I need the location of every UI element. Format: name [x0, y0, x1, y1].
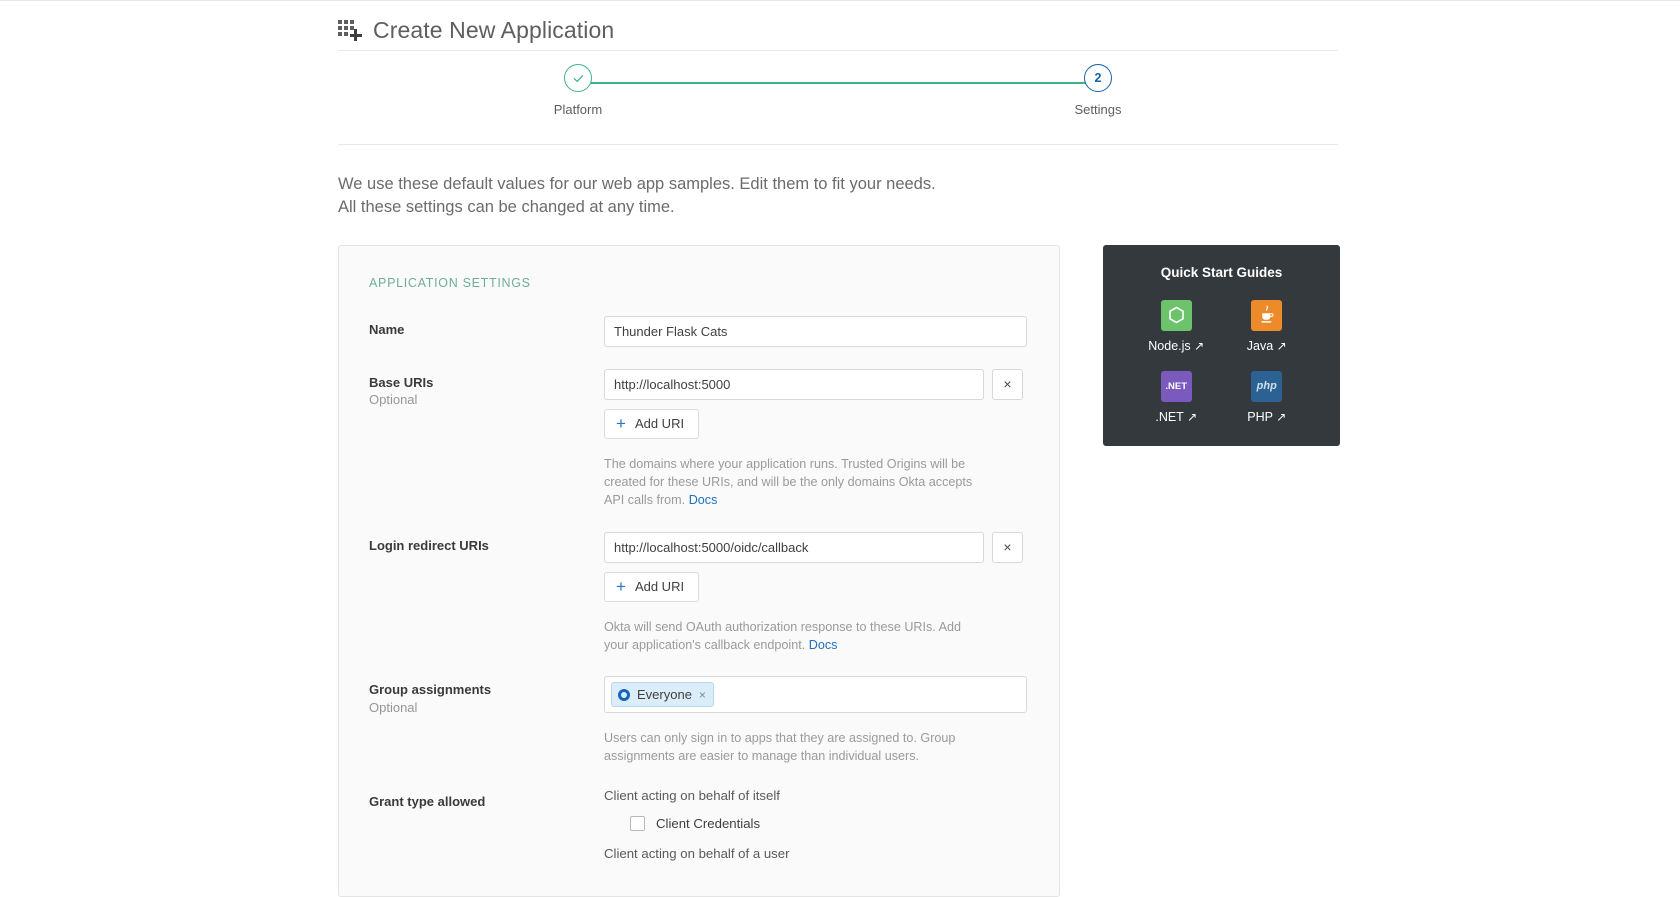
application-settings-card: APPLICATION SETTINGS Name Base URIs Opti… — [338, 244, 1060, 897]
field-login-redirect-uris: Login redirect URIs × + Add URI Okta wil… — [369, 531, 1027, 677]
stepper-progress-line — [578, 82, 1098, 84]
quick-start-label-java: Java ↗ — [1246, 338, 1287, 353]
field-name-label-wrap: Name — [369, 316, 604, 339]
plus-icon: + — [616, 414, 626, 434]
remove-base-uri-button[interactable]: × — [992, 368, 1023, 400]
field-login-redirect-control: × + Add URI Okta will send OAuth authori… — [604, 531, 1027, 655]
page-content: Create New Application Platform 2 Settin… — [0, 1, 1680, 897]
quick-start-label-nodejs: Node.js ↗ — [1148, 338, 1205, 353]
field-login-redirect-label: Login redirect URIs — [369, 537, 489, 553]
quick-start-title: Quick Start Guides — [1160, 264, 1283, 280]
group-assignments-input[interactable]: Everyone × — [604, 676, 1027, 714]
group-chip-remove-icon[interactable]: × — [699, 688, 706, 702]
add-base-uri-label: Add URI — [634, 416, 685, 432]
dotnet-icon: .NET — [1160, 370, 1192, 402]
grant-group-2-title: Client acting on behalf of a user — [604, 845, 790, 861]
add-login-redirect-uri-button[interactable]: + Add URI — [604, 571, 700, 602]
intro-line-2: All these settings can be changed at any… — [338, 198, 675, 217]
step-platform-label: Platform — [553, 102, 603, 117]
section-title: APPLICATION SETTINGS — [369, 275, 531, 290]
client-credentials-label: Client Credentials — [656, 815, 761, 831]
field-base-uris-control: × + Add URI The domains where your appli… — [604, 368, 1027, 510]
client-credentials-checkbox[interactable] — [630, 815, 645, 831]
quick-start-item-php[interactable]: php PHP ↗ — [1222, 370, 1313, 424]
step-platform-circle — [564, 64, 592, 92]
step-settings-circle: 2 — [1084, 64, 1112, 92]
group-chip-label: Everyone — [637, 687, 692, 703]
remove-login-redirect-uri-button[interactable]: × — [992, 531, 1023, 563]
page-title: Create New Application — [373, 17, 615, 43]
field-grant-type-control: Client acting on behalf of itself Client… — [604, 788, 1027, 874]
login-redirect-docs-link[interactable]: Docs — [809, 638, 838, 652]
field-name-control — [604, 315, 1027, 347]
coffee-cup-icon — [1261, 305, 1274, 323]
login-redirect-help: Okta will send OAuth authorization respo… — [604, 618, 984, 655]
login-redirect-help-text: Okta will send OAuth authorization respo… — [604, 619, 962, 652]
external-link-icon: ↗ — [1276, 409, 1287, 424]
group-ring-icon — [618, 688, 630, 701]
field-group-assignments: Group assignments Optional Everyone × Us… — [369, 676, 1027, 788]
external-link-icon: ↗ — [1276, 338, 1287, 353]
base-uris-help: The domains where your application runs.… — [604, 455, 984, 510]
group-chip-everyone[interactable]: Everyone × — [611, 682, 714, 708]
quick-start-label-php: PHP ↗ — [1247, 409, 1287, 424]
group-assignments-help: Users can only sign in to apps that they… — [604, 731, 956, 764]
login-redirect-uri-row: × — [604, 531, 1027, 563]
stepper-step-platform[interactable]: Platform — [518, 64, 638, 117]
add-base-uri-button[interactable]: + Add URI — [604, 408, 700, 439]
nodejs-icon — [1160, 299, 1192, 331]
field-name: Name — [369, 315, 1027, 369]
field-grant-type: Grant type allowed Client acting on beha… — [369, 788, 1027, 896]
grid-plus-icon — [338, 18, 364, 44]
quick-start-label-dotnet: .NET ↗ — [1155, 409, 1198, 424]
field-login-redirect-label-wrap: Login redirect URIs — [369, 532, 604, 555]
intro-text: We use these default values for our web … — [338, 145, 1058, 220]
quick-start-item-java[interactable]: Java ↗ — [1222, 299, 1313, 353]
login-redirect-uri-input[interactable] — [604, 531, 984, 563]
wizard-stepper: Platform 2 Settings — [338, 51, 1338, 144]
quick-start-item-dotnet[interactable]: .NET .NET ↗ — [1131, 370, 1222, 424]
quick-start-item-nodejs[interactable]: Node.js ↗ — [1131, 299, 1222, 353]
page-header: Create New Application — [338, 1, 1680, 50]
field-name-label: Name — [369, 321, 405, 337]
field-base-uris-label-wrap: Base URIs Optional — [369, 369, 604, 408]
php-icon: php — [1251, 370, 1283, 402]
content-columns: APPLICATION SETTINGS Name Base URIs Opti… — [338, 220, 1680, 897]
base-uris-help-text: The domains where your application runs.… — [604, 456, 973, 508]
field-grant-type-label-wrap: Grant type allowed — [369, 788, 604, 811]
quick-start-guides-panel: Quick Start Guides Node.js ↗ Java ↗ .NET… — [1103, 244, 1340, 446]
add-login-redirect-uri-label: Add URI — [634, 579, 685, 595]
base-uri-row: × — [604, 368, 1027, 400]
field-group-assignments-label-wrap: Group assignments Optional — [369, 676, 604, 715]
field-base-uris: Base URIs Optional × + Add URI The domai… — [369, 368, 1027, 532]
field-group-assignments-optional: Optional — [369, 699, 418, 715]
field-group-assignments-label: Group assignments — [369, 682, 492, 698]
grant-group-1-title: Client acting on behalf of itself — [604, 787, 780, 803]
hexagon-icon — [1168, 306, 1184, 324]
base-uri-input[interactable] — [604, 368, 984, 400]
check-icon — [573, 74, 583, 82]
step-settings-label: Settings — [1074, 102, 1122, 117]
step-settings-number: 2 — [1094, 71, 1102, 85]
dotnet-tile-text: .NET — [1165, 380, 1188, 392]
field-base-uris-label: Base URIs — [369, 374, 434, 390]
intro-line-1: We use these default values for our web … — [338, 175, 936, 193]
field-grant-type-label: Grant type allowed — [369, 793, 486, 809]
external-link-icon: ↗ — [1187, 409, 1198, 424]
grant-checkbox-client-credentials-row[interactable]: Client Credentials — [604, 815, 1027, 846]
plus-icon: + — [616, 577, 626, 597]
external-link-icon: ↗ — [1194, 338, 1205, 353]
field-base-uris-optional: Optional — [369, 392, 418, 408]
java-icon — [1251, 299, 1283, 331]
php-tile-text: php — [1256, 380, 1277, 393]
stepper-step-settings[interactable]: 2 Settings — [1038, 64, 1158, 117]
field-group-assignments-control: Everyone × Users can only sign in to app… — [604, 676, 1027, 766]
name-input[interactable] — [604, 315, 1027, 347]
quick-start-grid: Node.js ↗ Java ↗ .NET .NET ↗ php PHP ↗ — [1103, 299, 1340, 424]
base-uris-docs-link[interactable]: Docs — [689, 493, 718, 507]
